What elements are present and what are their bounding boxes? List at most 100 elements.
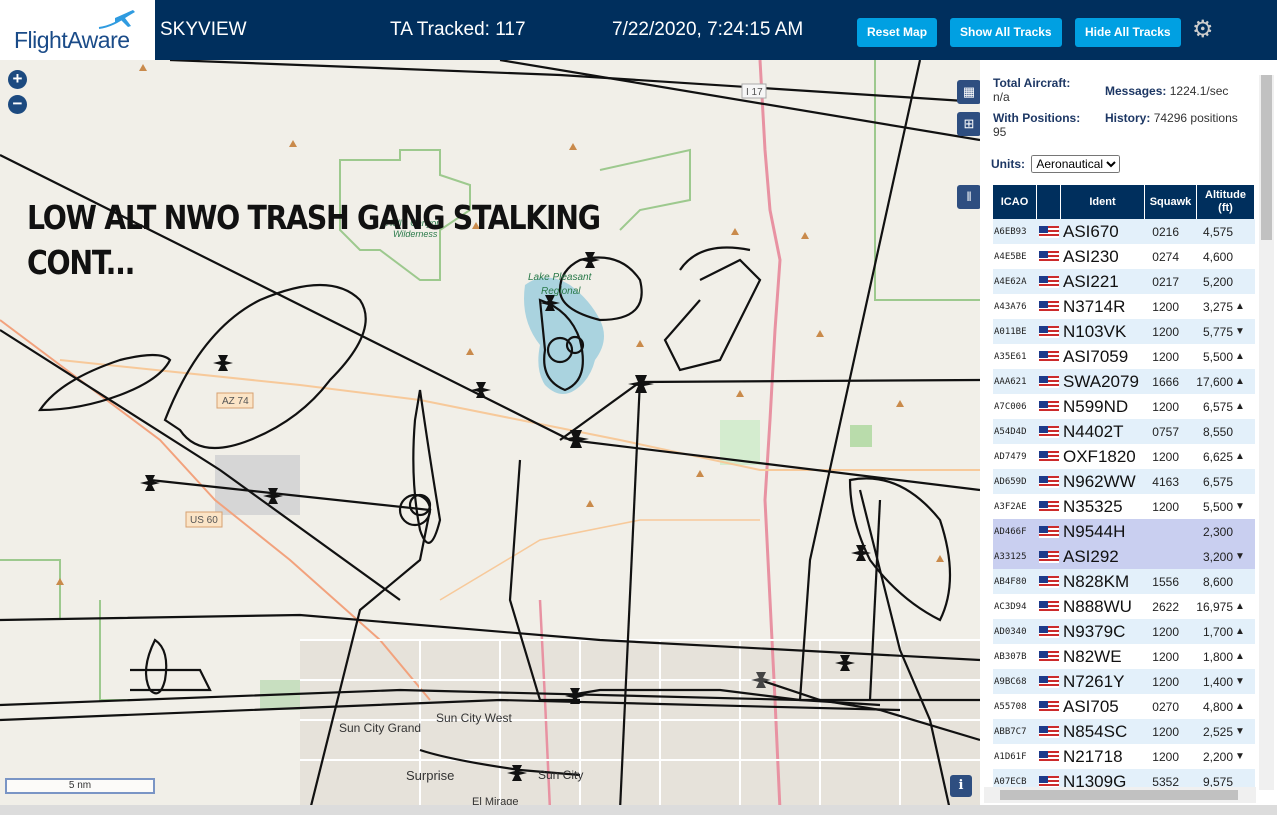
flag-cell bbox=[1037, 475, 1061, 489]
icao-cell: AB307B bbox=[994, 651, 1027, 662]
col-squawk[interactable]: Squawk bbox=[1145, 185, 1197, 219]
squawk-cell: 0217 bbox=[1152, 274, 1179, 289]
ident-cell: N828KM bbox=[1063, 571, 1130, 591]
reset-map-button[interactable]: Reset Map bbox=[857, 18, 938, 47]
us-flag-icon bbox=[1039, 301, 1059, 314]
aircraft-icon bbox=[213, 355, 233, 371]
info-icon[interactable]: i bbox=[950, 775, 972, 797]
table-row[interactable]: A43A76 N3714R 1200 3,275 ▲ bbox=[993, 294, 1255, 319]
total-aircraft-value: n/a bbox=[993, 90, 1010, 104]
ta-tracked-count: TA Tracked: 117 bbox=[390, 19, 526, 40]
us-flag-icon bbox=[1039, 576, 1059, 589]
table-row[interactable]: A011BE N103VK 1200 5,775 ▼ bbox=[993, 319, 1255, 344]
us-flag-icon bbox=[1039, 251, 1059, 264]
units-select[interactable]: Aeronautical bbox=[1031, 155, 1121, 173]
us-flag-icon bbox=[1039, 751, 1059, 764]
flag-cell bbox=[1037, 375, 1061, 389]
zoom-in-button[interactable]: + bbox=[8, 70, 27, 89]
table-row[interactable]: A7C006 N599ND 1200 6,575 ▲ bbox=[993, 394, 1255, 419]
squawk-cell: 1200 bbox=[1152, 499, 1179, 514]
icao-cell: A7C006 bbox=[994, 401, 1027, 412]
us-flag-icon bbox=[1039, 426, 1059, 439]
aircraft-icon bbox=[140, 475, 160, 491]
table-row[interactable]: AAA621 SWA2079 1666 17,600 ▲ bbox=[993, 369, 1255, 394]
table-row[interactable]: A4E5BE ASI230 0274 4,600 bbox=[993, 244, 1255, 269]
table-row[interactable]: AD466F N9544H 2,300 bbox=[993, 519, 1255, 544]
table-row[interactable]: AB307B N82WE 1200 1,800 ▲ bbox=[993, 644, 1255, 669]
us-flag-icon bbox=[1039, 351, 1059, 364]
table-row[interactable]: AB4F80 N828KM 1556 8,600 bbox=[993, 569, 1255, 594]
icao-cell: A9BC68 bbox=[994, 676, 1027, 687]
table-row[interactable]: A9BC68 N7261Y 1200 1,400 ▼ bbox=[993, 669, 1255, 694]
flag-cell bbox=[1037, 575, 1061, 589]
squawk-cell: 1200 bbox=[1152, 449, 1179, 464]
horizontal-scrollbar[interactable] bbox=[984, 787, 1256, 803]
table-row[interactable]: A55708 ASI705 0270 4,800 ▲ bbox=[993, 694, 1255, 719]
squawk-cell: 0216 bbox=[1152, 224, 1179, 239]
ident-cell: ASI221 bbox=[1063, 271, 1119, 291]
park-boundary bbox=[599, 148, 691, 231]
table-row[interactable]: A35E61 ASI7059 1200 5,500 ▲ bbox=[993, 344, 1255, 369]
squawk-cell: 0274 bbox=[1152, 249, 1179, 264]
map-layers-icon[interactable]: ▦ bbox=[957, 80, 980, 104]
us60-label: US 60 bbox=[190, 515, 218, 526]
altitude-cell: 5,500 bbox=[1202, 349, 1233, 364]
table-row[interactable]: A3F2AE N35325 1200 5,500 ▼ bbox=[993, 494, 1255, 519]
table-row[interactable]: AC3D94 N888WU 2622 16,975 ▲ bbox=[993, 594, 1255, 619]
aircraft-table: ICAO Ident Squawk Altitude (ft) A6EB93 AS… bbox=[993, 185, 1255, 794]
table-row[interactable]: A6EB93 ASI670 0216 4,575 bbox=[993, 219, 1255, 244]
units-label: Units: bbox=[991, 157, 1025, 171]
us-flag-icon bbox=[1039, 476, 1059, 489]
ident-cell: N599ND bbox=[1063, 396, 1129, 416]
col-altitude[interactable]: Altitude (ft) bbox=[1197, 185, 1255, 219]
squawk-cell: 1200 bbox=[1152, 724, 1179, 739]
aircraft-panel: Total Aircraft: n/a Messages: 1224.1/sec… bbox=[980, 60, 1277, 805]
col-ident[interactable]: Ident bbox=[1061, 185, 1145, 219]
svg-text:Regional: Regional bbox=[541, 286, 581, 297]
logo-text: FlightAware bbox=[14, 27, 130, 53]
table-row[interactable]: A1D61F N21718 1200 2,200 ▼ bbox=[993, 744, 1255, 769]
squawk-cell: 1200 bbox=[1152, 324, 1179, 339]
col-icao[interactable]: ICAO bbox=[993, 185, 1037, 219]
altitude-cell: 6,575 bbox=[1202, 474, 1233, 489]
aircraft-icon bbox=[471, 382, 491, 398]
flag-cell bbox=[1037, 450, 1061, 464]
icao-cell: A07ECB bbox=[994, 776, 1027, 787]
hide-all-tracks-button[interactable]: Hide All Tracks bbox=[1075, 18, 1181, 47]
gear-icon[interactable]: ⚙ bbox=[1192, 18, 1216, 42]
hscrollbar-thumb[interactable] bbox=[1000, 790, 1238, 800]
icao-cell: A3F2AE bbox=[994, 501, 1027, 512]
table-row[interactable]: A54D4D N4402T 0757 8,550 bbox=[993, 419, 1255, 444]
grid-icon[interactable]: ⊞ bbox=[957, 112, 980, 136]
flag-cell bbox=[1037, 650, 1061, 664]
table-row[interactable]: AD659D N962WW 4163 6,575 bbox=[993, 469, 1255, 494]
table-row[interactable]: A33125 ASI292 3,200 ▼ bbox=[993, 544, 1255, 569]
surprise-label: Surprise bbox=[406, 768, 454, 783]
history-value: 74296 positions bbox=[1153, 111, 1238, 125]
trend-icon: ▼ bbox=[1235, 551, 1245, 562]
ident-cell: N962WW bbox=[1063, 471, 1136, 491]
table-row[interactable]: A4E62A ASI221 0217 5,200 bbox=[993, 269, 1255, 294]
vertical-scrollbar[interactable] bbox=[1259, 75, 1274, 790]
ident-cell: ASI7059 bbox=[1063, 346, 1129, 366]
park-boundary bbox=[0, 559, 140, 701]
trend-icon: ▲ bbox=[1235, 651, 1245, 662]
table-row[interactable]: ABB7C7 N854SC 1200 2,525 ▼ bbox=[993, 719, 1255, 744]
table-row[interactable]: AD0340 N9379C 1200 1,700 ▲ bbox=[993, 619, 1255, 644]
messages-value: 1224.1/sec bbox=[1169, 84, 1229, 98]
show-all-tracks-button[interactable]: Show All Tracks bbox=[950, 18, 1062, 47]
az74-label: AZ 74 bbox=[222, 396, 249, 407]
icao-cell: AD659D bbox=[994, 476, 1027, 487]
table-row[interactable]: AD7479 OXF1820 1200 6,625 ▲ bbox=[993, 444, 1255, 469]
flag-cell bbox=[1037, 275, 1061, 289]
col-flag[interactable] bbox=[1037, 185, 1061, 219]
scrollbar-thumb[interactable] bbox=[1261, 75, 1272, 240]
el-mirage-label: El Mirage bbox=[472, 796, 518, 805]
altitude-cell: 2,525 bbox=[1202, 724, 1233, 739]
flag-cell bbox=[1037, 250, 1061, 264]
zoom-out-button[interactable]: − bbox=[8, 95, 27, 114]
sidebar-toggle-icon[interactable]: ‖ bbox=[957, 185, 980, 209]
flightaware-logo[interactable]: FlightAware bbox=[0, 0, 155, 60]
flag-cell bbox=[1037, 325, 1061, 339]
map-canvas[interactable]: Lake Pleasant Regional Hell's Canyon Wil… bbox=[0, 60, 980, 805]
